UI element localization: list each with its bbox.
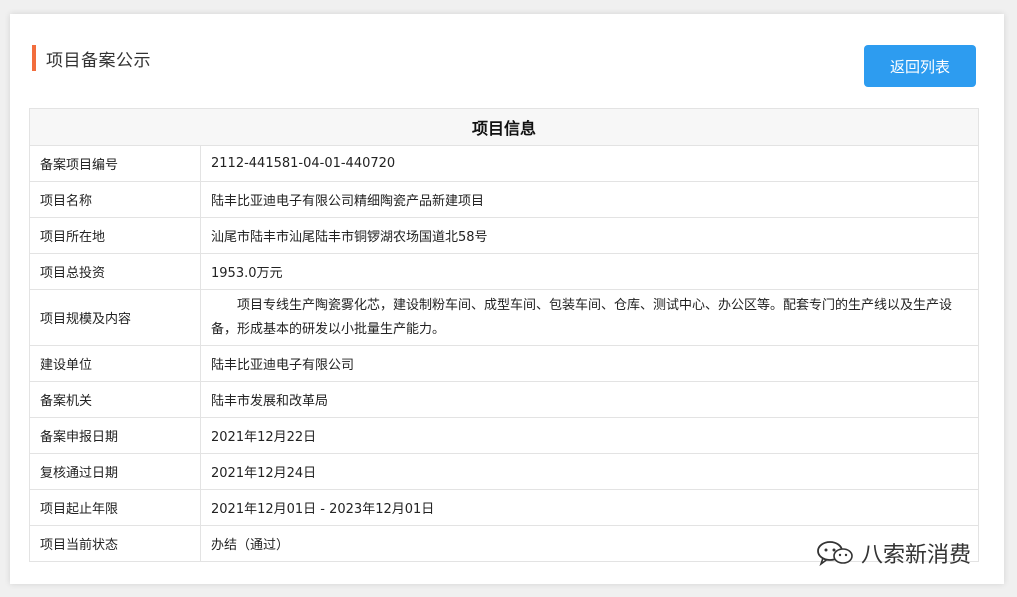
row-value: 2021年12月24日 [200,453,979,490]
wechat-icon [817,541,853,567]
row-label: 项目名称 [29,181,201,218]
row-value: 2112-441581-04-01-440720 [200,145,979,182]
watermark: 八索新消费 [815,537,971,569]
table-row: 项目规模及内容 项目专线生产陶瓷雾化芯，建设制粉车间、成型车间、包装车间、仓库、… [29,289,979,346]
title-accent-bar [32,45,36,71]
table-row: 建设单位 陆丰比亚迪电子有限公司 [29,345,979,382]
row-value: 2021年12月01日 - 2023年12月01日 [200,489,979,526]
row-label: 项目当前状态 [29,525,201,562]
row-value: 汕尾市陆丰市汕尾陆丰市铜锣湖农场国道北58号 [200,217,979,254]
table-header-row: 项目信息 [29,108,979,146]
row-value-text: 项目专线生产陶瓷雾化芯，建设制粉车间、成型车间、包装车间、仓库、测试中心、办公区… [211,297,953,337]
row-label: 复核通过日期 [29,453,201,490]
row-value: 1953.0万元 [200,253,979,290]
row-label: 备案项目编号 [29,145,201,182]
table-row: 项目总投资 1953.0万元 [29,253,979,290]
table-row: 项目起止年限 2021年12月01日 - 2023年12月01日 [29,489,979,526]
row-value: 陆丰市发展和改革局 [200,381,979,418]
row-value: 项目专线生产陶瓷雾化芯，建设制粉车间、成型车间、包装车间、仓库、测试中心、办公区… [200,289,979,346]
row-label: 项目所在地 [29,217,201,254]
page-header: 项目备案公示 [32,45,151,71]
table-row: 项目所在地 汕尾市陆丰市汕尾陆丰市铜锣湖农场国道北58号 [29,217,979,254]
row-value: 2021年12月22日 [200,417,979,454]
row-label: 项目规模及内容 [29,289,201,346]
row-value: 陆丰比亚迪电子有限公司精细陶瓷产品新建项目 [200,181,979,218]
back-to-list-button[interactable]: 返回列表 [864,45,976,87]
row-label: 项目起止年限 [29,489,201,526]
row-label: 建设单位 [29,345,201,382]
row-label: 备案机关 [29,381,201,418]
table-heading: 项目信息 [29,108,979,146]
row-value: 陆丰比亚迪电子有限公司 [200,345,979,382]
table-row: 备案项目编号 2112-441581-04-01-440720 [29,145,979,182]
content-card: 项目备案公示 返回列表 项目信息 备案项目编号 2112-441581-04-0… [10,14,1004,584]
table-row: 备案机关 陆丰市发展和改革局 [29,381,979,418]
row-label: 项目总投资 [29,253,201,290]
table-row: 备案申报日期 2021年12月22日 [29,417,979,454]
table-row: 项目名称 陆丰比亚迪电子有限公司精细陶瓷产品新建项目 [29,181,979,218]
project-info-table: 项目信息 备案项目编号 2112-441581-04-01-440720 项目名… [29,108,979,562]
row-label: 备案申报日期 [29,417,201,454]
table-row: 复核通过日期 2021年12月24日 [29,453,979,490]
page-title: 项目备案公示 [46,50,151,71]
watermark-text: 八索新消费 [861,543,972,568]
